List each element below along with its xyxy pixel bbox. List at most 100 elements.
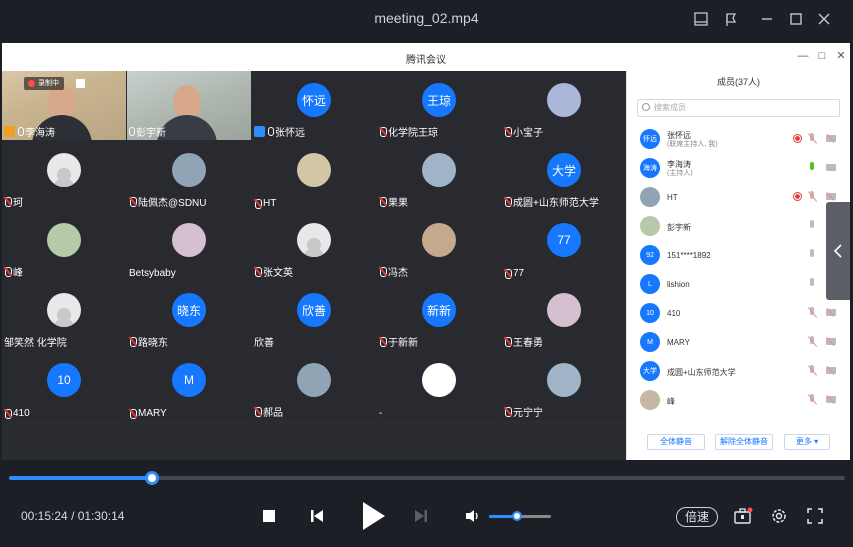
participant-name-tag: 化学院王琼: [379, 124, 438, 139]
participant-avatar: 新新: [422, 293, 456, 327]
screenshot-button[interactable]: [731, 505, 755, 527]
default-user-icon: [307, 238, 321, 252]
mic-icon: [808, 162, 816, 173]
participant-name: -: [379, 408, 383, 419]
participant-name-tag: 路晓东: [129, 334, 168, 349]
recording-badge: 录制中: [24, 77, 64, 90]
participant-avatar: [172, 153, 206, 187]
participant-avatar: [297, 153, 331, 187]
camera-off-icon: [826, 309, 836, 316]
participant-name-tag: 410: [4, 408, 30, 419]
next-button[interactable]: [410, 505, 432, 527]
default-user-icon: [57, 168, 71, 182]
participant-tile: 欣善 欣善: [252, 281, 376, 350]
participant-tile: 录制中李海涛: [2, 71, 126, 140]
participant-name: 冯杰: [388, 268, 408, 279]
participant-tile: 小宝子: [502, 71, 626, 140]
stop-icon: [263, 510, 275, 522]
participant-avatar: 晓东: [172, 293, 206, 327]
member-row: 92 151****1892: [637, 243, 842, 269]
mic-muted-icon: [808, 365, 816, 376]
unmute-all-button: 解除全体静音: [715, 434, 773, 450]
search-icon: [642, 103, 650, 111]
participant-tile: 新新 于新新: [377, 281, 501, 350]
side-panel-toggle[interactable]: [826, 202, 850, 300]
recording-badge-label: 录制中: [38, 80, 59, 87]
seek-bar-fill: [9, 476, 152, 480]
camera-icon: [826, 164, 836, 171]
member-row: 10 410: [637, 301, 842, 327]
mic-icon: [808, 278, 816, 289]
participant-avatar: [422, 363, 456, 397]
person-silhouette: [173, 85, 201, 117]
participant-tile: M MARY: [127, 351, 251, 420]
fullscreen-button[interactable]: [804, 505, 826, 527]
participant-name: 元宁宁: [513, 408, 543, 419]
miniplayer-icon[interactable]: [690, 8, 712, 30]
person-body: [157, 115, 217, 140]
participant-name: 李海涛: [25, 128, 55, 139]
more-button: 更多 ▾: [784, 434, 830, 450]
mic-muted-icon: [504, 407, 512, 417]
previous-button[interactable]: [306, 505, 328, 527]
participant-avatar: 77: [547, 223, 581, 257]
participant-name-tag: 张怀远: [254, 124, 305, 139]
time-display: 00:15:24 / 01:30:14: [21, 509, 124, 523]
participant-name: 陆佩杰@SDNU: [138, 198, 207, 209]
participant-name: MARY: [138, 408, 167, 419]
participant-name: 路晓东: [138, 338, 168, 349]
member-role: (联席主持人, 我): [667, 141, 718, 148]
participant-tile: 彭宇新: [127, 71, 251, 140]
participant-name-tag: 珂: [4, 194, 23, 209]
participant-name-tag: 欣善: [254, 334, 274, 349]
volume-button[interactable]: [462, 506, 482, 526]
mic-muted-icon: [379, 197, 387, 207]
video-frame[interactable]: 腾讯会议 — □ ✕ 录制中 李海涛 彭宇新 怀远 张怀远 王琼 化学院王琼 小宝子珂陆佩杰@…: [2, 43, 850, 460]
mic-muted-icon: [504, 127, 512, 137]
participant-avatar: 王琼: [422, 83, 456, 117]
volume-slider[interactable]: [489, 511, 551, 521]
close-icon[interactable]: [813, 8, 835, 30]
camera-off-icon: [826, 338, 836, 345]
seek-handle[interactable]: [144, 471, 159, 485]
participant-avatar: [422, 153, 456, 187]
host-icon: [4, 126, 15, 137]
recording-icon: [793, 192, 802, 201]
title-bar: meeting_02.mp4: [0, 0, 853, 40]
participant-name-tag: 冯杰: [379, 264, 408, 279]
participant-name-tag: Betsybaby: [129, 268, 176, 279]
member-row: 海涛 李海涛 (主持人): [637, 156, 842, 182]
mic-muted-icon: [504, 337, 512, 347]
volume-handle[interactable]: [511, 511, 522, 521]
member-avatar: M: [640, 332, 660, 352]
participant-name-tag: 元宁宁: [504, 404, 543, 419]
mic-muted-icon: [129, 409, 137, 419]
participant-tile: Betsybaby: [127, 211, 251, 280]
host-icon: [254, 126, 265, 137]
member-avatar: 92: [640, 245, 660, 265]
pin-icon[interactable]: [720, 8, 742, 30]
minimize-icon[interactable]: [756, 8, 778, 30]
mic-muted-icon: [379, 267, 387, 277]
meeting-maximize-icon: □: [818, 50, 826, 62]
participant-tile: 冯杰: [377, 211, 501, 280]
play-button[interactable]: [356, 499, 390, 533]
participant-name: 于新新: [388, 338, 418, 349]
maximize-icon[interactable]: [785, 8, 807, 30]
participant-avatar: 怀远: [297, 83, 331, 117]
time-separator: /: [71, 509, 75, 523]
participant-tile: -: [377, 351, 501, 420]
stop-button[interactable]: [258, 505, 280, 527]
camera-off-icon: [826, 193, 836, 200]
mic-muted-icon: [504, 269, 512, 279]
playback-speed-button[interactable]: 倍速: [676, 507, 718, 527]
participant-avatar: M: [172, 363, 206, 397]
seek-bar[interactable]: [9, 471, 845, 485]
participant-avatar: 10: [47, 363, 81, 397]
member-role: (主持人): [667, 170, 693, 177]
member-avatar: [640, 187, 660, 207]
chevron-left-icon: [833, 244, 842, 258]
settings-button[interactable]: [768, 505, 790, 527]
mic-muted-icon: [129, 197, 137, 207]
participant-avatar: [547, 363, 581, 397]
